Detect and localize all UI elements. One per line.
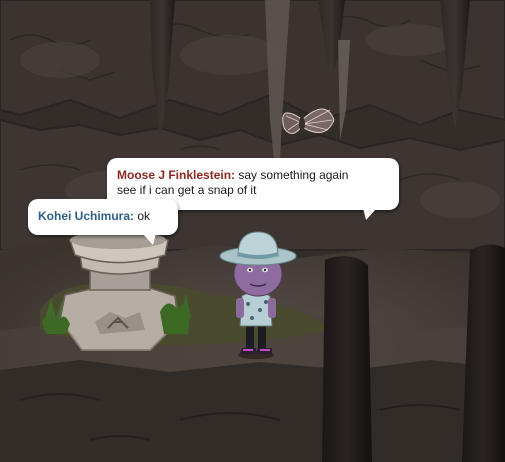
speaker-name: Kohei Uchimura: xyxy=(38,209,135,223)
game-scene[interactable]: Moose J Finklestein: say something again… xyxy=(0,0,505,462)
chat-message-text: say something again xyxy=(238,168,349,182)
speaker-name: Moose J Finklestein: xyxy=(117,168,236,182)
chat-line-2: see if i can get a snap of it xyxy=(117,183,257,197)
chat-line-1: Moose J Finklestein: say something again xyxy=(117,168,387,183)
rock-pillar xyxy=(322,256,372,462)
bubble-tail xyxy=(142,233,160,245)
chat-message-text: ok xyxy=(137,209,151,223)
chat-bubble-kohei: Kohei Uchimura: ok xyxy=(28,199,178,245)
